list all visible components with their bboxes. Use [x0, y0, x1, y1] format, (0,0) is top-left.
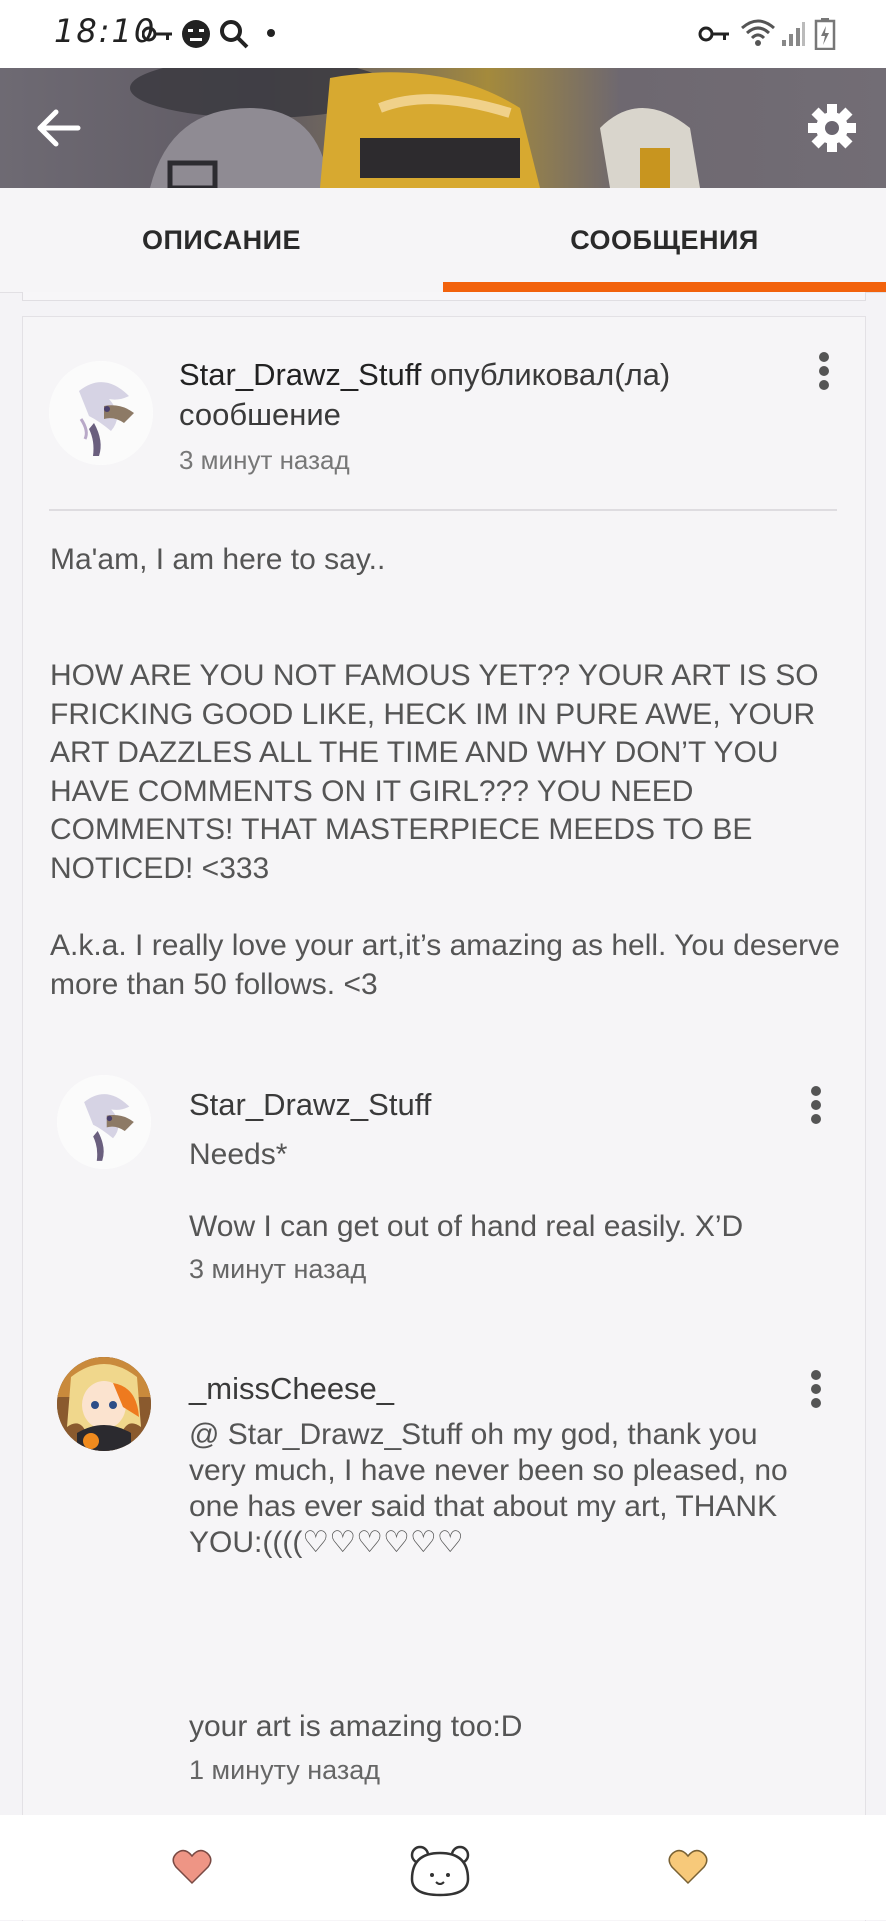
divider — [49, 509, 837, 511]
reply-text: @ Star_Drawz_Stuff oh my god, thank you … — [189, 1418, 788, 1559]
dot-icon — [267, 29, 275, 37]
reply-text: your art is amazing too:D — [189, 1710, 523, 1743]
tab-description[interactable]: ОПИСАНИЕ — [0, 188, 443, 292]
post-paragraph: HOW ARE YOU NOT FAMOUS YET?? YOUR ART IS… — [50, 659, 819, 885]
post-header: Star_Drawz_Stuff опубликовал(ла) сообшен… — [179, 355, 779, 435]
battery-icon — [814, 18, 836, 50]
heart-icon[interactable] — [668, 1849, 708, 1885]
avatar[interactable] — [57, 1357, 151, 1451]
avatar[interactable] — [49, 361, 153, 465]
signal-icon — [782, 22, 805, 46]
bear-icon[interactable] — [408, 1843, 472, 1897]
reply-timestamp: 1 минуту назад — [189, 1755, 381, 1785]
avatar-image — [57, 1075, 151, 1169]
key-icon — [142, 26, 172, 42]
header-banner — [0, 68, 886, 188]
reply-author-name[interactable]: Star_Drawz_Stuff — [189, 1087, 431, 1123]
post-paragraph: Ma'am, I am here to say.. — [50, 543, 386, 576]
gear-icon[interactable] — [802, 98, 862, 158]
reply-text: Wow I can get out of hand real easily. X… — [189, 1210, 744, 1243]
avatar[interactable] — [57, 1075, 151, 1169]
search-icon — [220, 20, 249, 49]
message-card: Star_Drawz_Stuff опубликовал(ла) сообшен… — [22, 316, 866, 1921]
previous-card-edge — [22, 292, 866, 301]
post-timestamp: 3 минут назад — [179, 445, 350, 475]
reply-text: Needs* — [189, 1138, 288, 1171]
vpn-key-icon — [698, 26, 729, 42]
avatar-image — [57, 1357, 151, 1451]
back-arrow-icon[interactable] — [30, 98, 90, 158]
avatar-image — [49, 361, 153, 465]
post-paragraph: A.k.a. I really love your art,it’s amazi… — [50, 929, 840, 1001]
wifi-icon — [741, 19, 775, 46]
tab-bar: ОПИСАНИЕ СООБЩЕНИЯ — [0, 188, 886, 293]
post-author-name[interactable]: Star_Drawz_Stuff — [179, 357, 421, 392]
reply-more-icon[interactable] — [801, 1367, 831, 1417]
face-icon — [182, 20, 210, 48]
reply-author-name[interactable]: _missCheese_ — [189, 1371, 394, 1407]
bottom-action-bar — [0, 1815, 886, 1920]
status-bar: 18:10 — [0, 0, 886, 68]
heart-icon[interactable] — [172, 1849, 212, 1885]
reply-timestamp: 3 минут назад — [189, 1254, 367, 1284]
post-more-icon[interactable] — [809, 349, 839, 399]
reply-more-icon[interactable] — [801, 1083, 831, 1133]
tab-messages[interactable]: СООБЩЕНИЯ — [443, 188, 886, 292]
active-tab-indicator — [443, 282, 886, 292]
banner-artwork — [130, 68, 700, 188]
status-time: 18:10 — [54, 12, 157, 50]
